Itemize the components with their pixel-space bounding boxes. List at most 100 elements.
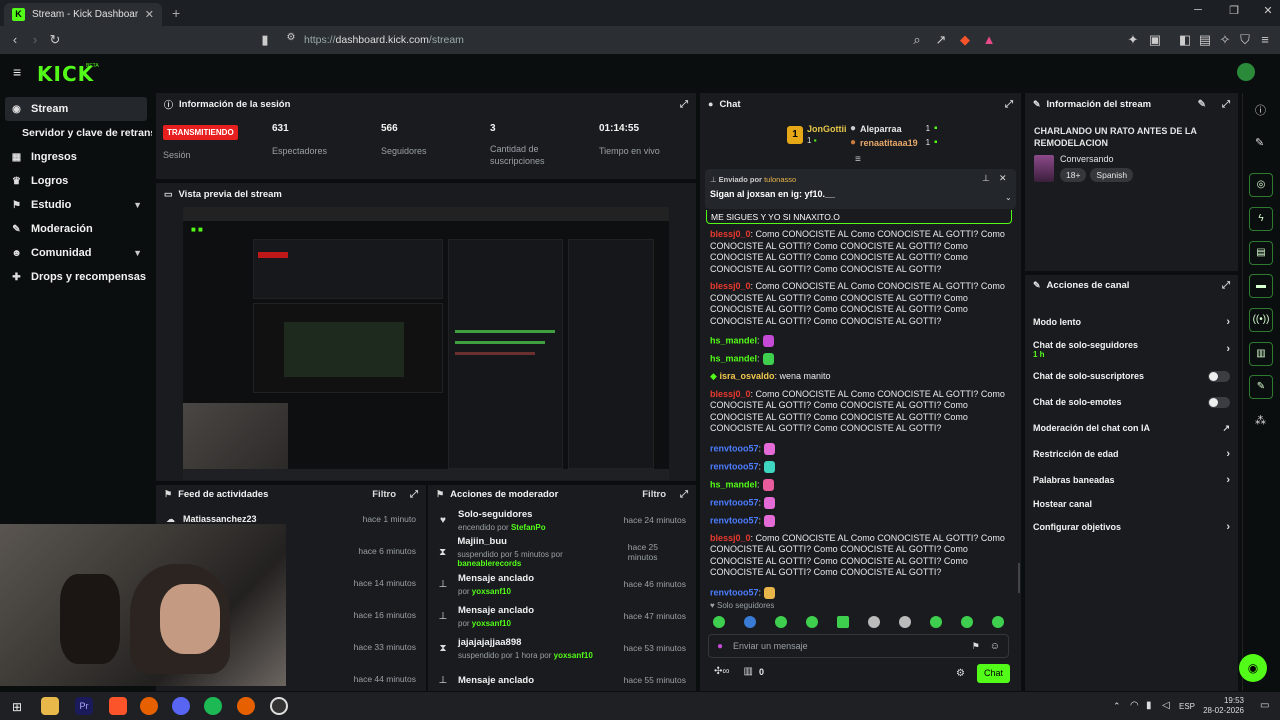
- zoom-icon[interactable]: ⌕: [908, 32, 926, 48]
- emote-icon[interactable]: [899, 616, 911, 628]
- popout-icon[interactable]: ⤢: [680, 489, 688, 500]
- mic-icon[interactable]: ▮: [1146, 700, 1152, 711]
- hamburger-menu-icon[interactable]: ≡: [13, 64, 21, 80]
- new-tab-button[interactable]: +: [172, 5, 180, 21]
- close-tab-icon[interactable]: ✕: [145, 8, 154, 21]
- browser-menu-icon[interactable]: ≡: [1256, 32, 1274, 47]
- collapse-leaderboard-icon[interactable]: ≡: [855, 154, 861, 165]
- sidebar-item-estudio[interactable]: ⚑ Estudio ▼: [0, 193, 152, 217]
- back-icon[interactable]: ‹: [6, 32, 24, 47]
- firefox-dev-icon[interactable]: [237, 697, 255, 715]
- action-emotes-only[interactable]: Chat de solo-emotes: [1025, 389, 1238, 415]
- language-indicator[interactable]: ESP: [1179, 702, 1195, 711]
- action-subs-only[interactable]: Chat de solo-suscriptores: [1025, 363, 1238, 389]
- discord-icon[interactable]: [172, 697, 190, 715]
- filter-button[interactable]: Filtro: [642, 489, 666, 500]
- mod-action-title[interactable]: Majiin_buu: [457, 536, 617, 547]
- tray-chevron-icon[interactable]: ⌃: [1113, 701, 1121, 712]
- clock[interactable]: 19:53 28-02-2026: [1200, 696, 1244, 716]
- volume-icon[interactable]: ◁: [1162, 700, 1170, 711]
- gift-icon[interactable]: ▥: [744, 666, 753, 677]
- pin-toggle-icon[interactable]: ⊥: [982, 173, 990, 184]
- leo-ai-icon[interactable]: ✧: [1216, 32, 1234, 48]
- translate-icon[interactable]: ⚑: [972, 641, 980, 652]
- obs-icon[interactable]: [270, 697, 288, 715]
- chat-username[interactable]: hs_mandel: [710, 353, 757, 363]
- edit-icon[interactable]: ✎: [1198, 99, 1206, 110]
- tag-chip[interactable]: Spanish: [1090, 168, 1134, 182]
- chat-username[interactable]: renvtooo57: [710, 497, 759, 507]
- wifi-icon[interactable]: ◠: [1130, 700, 1139, 711]
- tag-chip[interactable]: 18+: [1060, 168, 1087, 182]
- pinned-user[interactable]: tulonasso: [764, 175, 796, 184]
- chat-scrollbar[interactable]: [1018, 563, 1020, 593]
- sidebar-item-ingresos[interactable]: ▦ Ingresos: [0, 145, 152, 169]
- chat-username[interactable]: hs_mandel: [710, 335, 757, 345]
- brave-shields-icon[interactable]: ◆: [956, 32, 974, 48]
- action-followers-only[interactable]: Chat de solo-seguidores 1 h ›: [1025, 335, 1238, 363]
- chat-username[interactable]: renvtooo57: [710, 587, 759, 597]
- send-chat-button[interactable]: Chat: [977, 664, 1010, 683]
- file-explorer-icon[interactable]: [41, 697, 59, 715]
- rail-chat-icon[interactable]: ▬: [1249, 274, 1273, 298]
- rail-flash-icon[interactable]: ϟ: [1249, 207, 1273, 231]
- windows-start-icon[interactable]: ⊞: [12, 700, 22, 714]
- emoji-icon[interactable]: ☺: [990, 641, 1000, 652]
- emote-icon[interactable]: [775, 616, 787, 628]
- mod-action-by[interactable]: StefanPo: [511, 523, 546, 532]
- rail-more-icon[interactable]: ⁂: [1255, 414, 1266, 427]
- user-avatar[interactable]: [1237, 63, 1255, 81]
- chat-username[interactable]: blessj0_0: [710, 229, 751, 239]
- rail-edit-icon[interactable]: ✎: [1255, 136, 1264, 149]
- leaderboard-second[interactable]: ● Aleparraa 1 ▪: [850, 123, 938, 134]
- minimize-button[interactable]: ─: [1188, 4, 1208, 16]
- brave-rewards-icon[interactable]: ▲: [980, 32, 998, 47]
- chat-username[interactable]: renvtooo57: [710, 515, 759, 525]
- emote-icon[interactable]: [868, 616, 880, 628]
- mod-action-title[interactable]: jajajajajjaa898: [458, 637, 593, 648]
- chat-username[interactable]: blessj0_0: [710, 281, 751, 291]
- spotify-icon[interactable]: [204, 697, 222, 715]
- sidebar-toggle-icon[interactable]: ▣: [1146, 32, 1164, 48]
- bookmark-icon[interactable]: ▮: [256, 32, 274, 48]
- share-icon[interactable]: ↗: [932, 32, 950, 48]
- popout-icon[interactable]: ⤢: [1005, 99, 1013, 110]
- premiere-icon[interactable]: Pr: [75, 697, 93, 715]
- sidebar-item-logros[interactable]: ♛ Logros: [0, 169, 152, 193]
- emote-icon[interactable]: [961, 616, 973, 628]
- sidebar-item-drops[interactable]: ✚ Drops y recompensas: [0, 265, 152, 289]
- rail-panel-icon[interactable]: ▥: [1249, 342, 1273, 366]
- rail-info-icon[interactable]: ⓘ: [1255, 102, 1266, 118]
- sidebar-item-server-key[interactable]: Servidor y clave de retransm: [0, 121, 152, 145]
- rail-tools-icon[interactable]: ✎: [1249, 375, 1273, 399]
- extensions-icon[interactable]: ✦: [1124, 32, 1142, 48]
- forward-icon[interactable]: ›: [26, 32, 44, 47]
- popout-icon[interactable]: ⤢: [680, 99, 688, 110]
- maximize-button[interactable]: ❐: [1224, 4, 1244, 17]
- browser-tab[interactable]: K Stream - Kick Dashboard ✕: [4, 3, 162, 26]
- action-host-channel[interactable]: Hostear canal: [1025, 493, 1238, 514]
- leaderboard-third[interactable]: ● renaatitaaa19 1 ▪: [850, 137, 938, 148]
- emote-icon[interactable]: [930, 616, 942, 628]
- category-thumbnail[interactable]: [1034, 154, 1054, 182]
- mod-action-by[interactable]: yoxsanf10: [472, 619, 511, 628]
- action-goals[interactable]: Configurar objetivos ›: [1025, 514, 1238, 540]
- wallet-icon[interactable]: ▤: [1196, 32, 1214, 48]
- emote-icon[interactable]: [713, 616, 725, 628]
- popout-icon[interactable]: ⤢: [1222, 280, 1230, 291]
- action-ai-moderation[interactable]: Moderación del chat con IA ↗: [1025, 415, 1238, 441]
- chat-settings-icon[interactable]: ⚙: [956, 668, 965, 679]
- subs-only-toggle[interactable]: [1208, 370, 1230, 382]
- chat-username[interactable]: blessj0_0: [710, 389, 751, 399]
- rail-notes-icon[interactable]: ▤: [1249, 241, 1273, 265]
- close-pinned-icon[interactable]: ✕: [999, 173, 1007, 184]
- sidebar-item-comunidad[interactable]: ☻ Comunidad ▼: [0, 241, 152, 265]
- rail-broadcast-icon[interactable]: ((•)): [1249, 308, 1273, 332]
- stream-category[interactable]: Conversando: [1060, 154, 1133, 164]
- chat-username[interactable]: blessj0_0: [710, 533, 751, 543]
- chat-username[interactable]: hs_mandel: [710, 479, 757, 489]
- action-slow-mode[interactable]: Modo lento ›: [1025, 309, 1238, 335]
- notifications-icon[interactable]: ▭: [1260, 700, 1269, 711]
- filter-button[interactable]: Filtro: [372, 489, 396, 500]
- feed-user[interactable]: Matiassanchez23: [183, 514, 257, 524]
